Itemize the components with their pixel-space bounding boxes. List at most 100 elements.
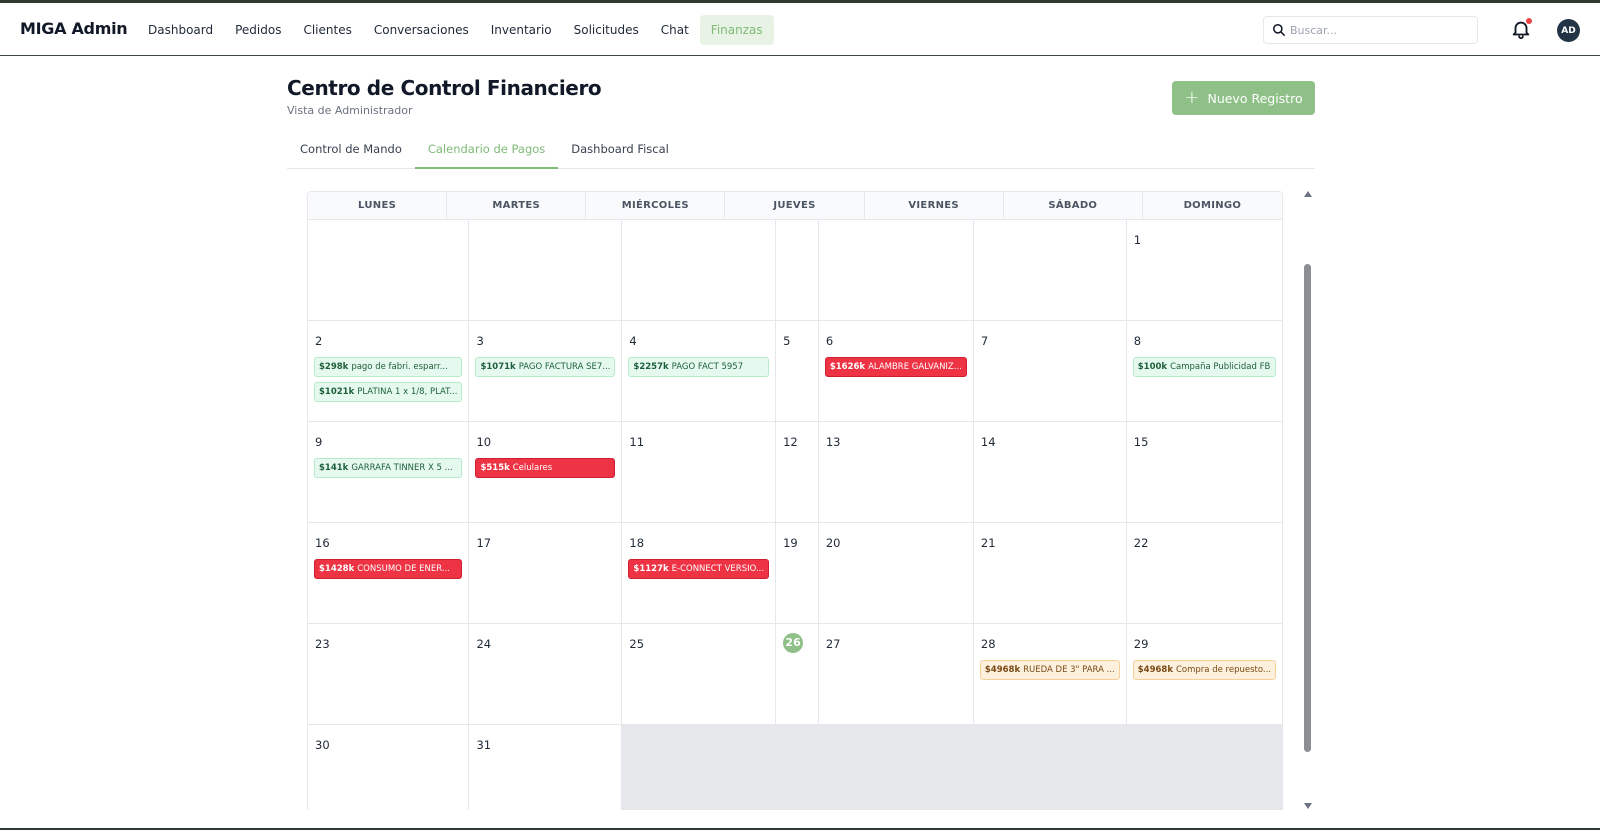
nav-item-inventario[interactable]: Inventario [480, 15, 563, 45]
nav-item-solicitudes[interactable]: Solicitudes [563, 15, 650, 45]
calendar-day-cell[interactable]: 28 $4968k RUEDA DE 3" PARA ... [973, 624, 1127, 725]
calendar-day-cell[interactable]: 6 $1626k ALAMBRE GALVANIZ... [818, 321, 974, 422]
calendar-day-cell[interactable]: 7 [973, 321, 1127, 422]
calendar-day-cell[interactable]: 24 [469, 624, 623, 725]
weekday-label: SÁBADO [1004, 192, 1143, 220]
tab-control-de-mando[interactable]: Control de Mando [287, 131, 415, 169]
calendar-day-cell[interactable]: 9 $141k GARRAFA TINNER X 5 ... [308, 422, 470, 523]
payment-event[interactable]: $1428k CONSUMO DE ENER... [314, 559, 463, 579]
calendar-day-cell[interactable]: 5 [776, 321, 819, 422]
payment-event[interactable]: $4968k Compra de repuesto... [1132, 660, 1276, 680]
calendar-day-cell[interactable]: 26 [776, 624, 819, 725]
scroll-up-arrow-icon[interactable] [1304, 191, 1312, 197]
new-record-label: Nuevo Registro [1207, 90, 1303, 106]
weekday-label: LUNES [308, 192, 448, 220]
calendar-day-cell[interactable]: 12 [776, 422, 819, 523]
tab-dashboard-fiscal[interactable]: Dashboard Fiscal [558, 131, 682, 169]
calendar-day-cell[interactable]: 16 $1428k CONSUMO DE ENER... [308, 523, 470, 624]
day-events: $1626k ALAMBRE GALVANIZ... [824, 357, 967, 377]
day-number: 11 [629, 435, 645, 449]
payment-event[interactable]: $1021k PLATINA 1 x 1/8, PLAT... [314, 382, 463, 402]
day-number: 7 [980, 334, 989, 348]
today-day-number: 26 [783, 633, 804, 653]
payment-event[interactable]: $100k Campaña Publicidad FB [1132, 357, 1276, 377]
calendar-day-cell[interactable]: 17 [469, 523, 623, 624]
payment-event[interactable]: $1127k E-CONNECT VERSIO... [628, 559, 770, 579]
day-number: 24 [476, 637, 492, 651]
payment-calendar: LUNES MARTES MIÉRCOLES JUEVES VIERNES SÁBADO D… [307, 191, 1283, 810]
calendar-day-cell[interactable]: 21 [973, 523, 1127, 624]
payment-label: PLATINA 1 x 1/8, PLAT... [357, 387, 458, 397]
calendar-day-cell[interactable]: 4 $2257k PAGO FACT 5957 [622, 321, 777, 422]
payment-event[interactable]: $2257k PAGO FACT 5957 [628, 357, 770, 377]
calendar-out-of-month-cell [622, 725, 777, 810]
new-record-button[interactable]: + Nuevo Registro [1172, 81, 1315, 115]
day-number: 1 [1133, 233, 1142, 247]
payment-event[interactable]: $515k Celulares [475, 458, 616, 478]
calendar-day-cell[interactable]: 3 $1071k PAGO FACTURA SE7... [469, 321, 623, 422]
calendar-day-cell[interactable]: 15 [1126, 422, 1282, 523]
calendar-day-cell[interactable]: 11 [622, 422, 777, 523]
payment-event[interactable]: $4968k RUEDA DE 3" PARA ... [979, 660, 1120, 680]
search-box [1263, 16, 1478, 44]
calendar-scrollbar[interactable] [1303, 191, 1313, 809]
finance-tabs: Control de Mando Calendario de Pagos Dashb… [287, 131, 1315, 169]
nav-item-clientes[interactable]: Clientes [292, 15, 362, 45]
nav-item-conversaciones[interactable]: Conversaciones [363, 15, 480, 45]
day-number: 2 [315, 334, 323, 348]
brand-logo[interactable]: MIGA Admin [20, 19, 128, 38]
nav-item-pedidos[interactable]: Pedidos [224, 15, 292, 45]
payment-amount: $1127k [633, 564, 669, 574]
calendar-day-cell[interactable]: 27 [818, 624, 974, 725]
calendar-day-cell[interactable]: 31 [469, 725, 623, 810]
payment-amount: $141k [319, 463, 349, 473]
day-number: 20 [825, 536, 841, 550]
calendar-day-cell[interactable]: 25 [622, 624, 777, 725]
payment-label: PAGO FACT 5957 [671, 362, 744, 372]
day-events: $1127k E-CONNECT VERSIO... [628, 559, 770, 579]
day-number: 22 [1133, 536, 1149, 550]
payment-amount: $1428k [319, 564, 355, 574]
day-number: 10 [476, 435, 492, 449]
scrollbar-thumb[interactable] [1304, 264, 1311, 752]
calendar-day-cell[interactable]: 19 [776, 523, 819, 624]
user-avatar[interactable]: AD [1557, 19, 1580, 42]
nav-item-dashboard[interactable]: Dashboard [137, 15, 224, 45]
calendar-day-cell[interactable]: 10 $515k Celulares [469, 422, 623, 523]
calendar-day-cell[interactable]: 29 $4968k Compra de repuesto... [1126, 624, 1282, 725]
payment-amount: $4968k [984, 665, 1021, 675]
nav-item-finanzas[interactable]: Finanzas [699, 15, 774, 45]
calendar-day-cell[interactable]: 30 [308, 725, 470, 810]
calendar-day-cell[interactable]: 20 [818, 523, 974, 624]
day-number: 9 [315, 435, 323, 449]
calendar-day-cell[interactable]: 23 [308, 624, 470, 725]
nav-item-chat[interactable]: Chat [650, 15, 700, 45]
payment-event[interactable]: $298k pago de fabri. esparr... [314, 357, 463, 377]
payment-amount: $515k [480, 463, 510, 473]
calendar-day-cell[interactable]: 8 $100k Campaña Publicidad FB [1126, 321, 1282, 422]
calendar-day-cell[interactable]: 18 $1127k E-CONNECT VERSIO... [622, 523, 777, 624]
payment-amount: $1626k [829, 362, 866, 372]
payment-amount: $1071k [480, 362, 516, 372]
day-number: 23 [315, 637, 330, 651]
tab-calendario-de-pagos[interactable]: Calendario de Pagos [414, 131, 559, 169]
day-events: $4968k Compra de repuesto... [1132, 660, 1276, 680]
payment-label: pago de fabri. esparr... [351, 362, 448, 372]
payment-amount: $2257k [633, 362, 669, 372]
calendar-day-cell[interactable]: 14 [973, 422, 1127, 523]
calendar-day-cell[interactable]: 2 $298k pago de fabri. esparr... $1021k PLAT… [308, 321, 470, 422]
payment-event[interactable]: $141k GARRAFA TINNER X 5 ... [314, 458, 463, 478]
day-number: 28 [980, 637, 996, 651]
calendar-day-cell[interactable]: 1 [1126, 220, 1282, 321]
page-title: Centro de Control Financiero [287, 76, 602, 100]
calendar-day-cell[interactable]: 22 [1126, 523, 1282, 624]
day-number: 15 [1133, 435, 1149, 449]
payment-event[interactable]: $1626k ALAMBRE GALVANIZ... [824, 357, 967, 377]
search-input[interactable] [1290, 23, 1460, 37]
day-number: 12 [783, 435, 798, 449]
payment-event[interactable]: $1071k PAGO FACTURA SE7... [475, 357, 616, 377]
top-navbar: MIGA Admin Dashboard Pedidos Clientes Conve… [0, 0, 1600, 56]
calendar-day-cell[interactable]: 13 [818, 422, 974, 523]
payment-amount: $298k [319, 362, 349, 372]
scroll-down-arrow-icon[interactable] [1304, 803, 1312, 809]
